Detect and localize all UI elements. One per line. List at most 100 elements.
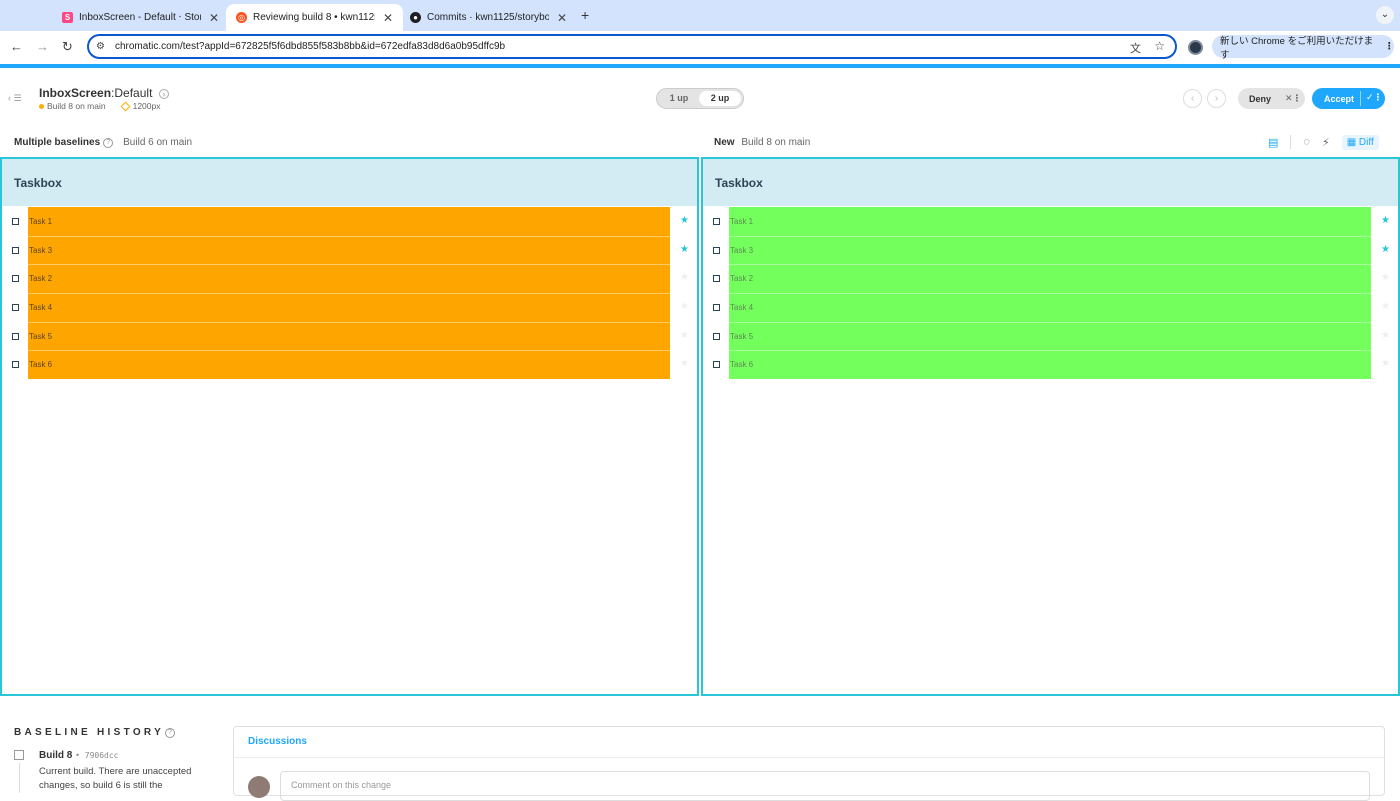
sidebar-toggle-icon[interactable]: ‹ ☰ <box>8 93 22 104</box>
chrome-update-button[interactable]: 新しい Chrome をご利用いただけます ⋮ <box>1212 35 1395 61</box>
task-checkbox[interactable] <box>12 361 19 369</box>
tab-search-icon[interactable]: ⌄ <box>1376 6 1394 24</box>
close-tab-icon[interactable]: ✕ <box>209 11 219 25</box>
pin-star-icon[interactable]: ★ <box>1381 244 1390 255</box>
tab-title: Reviewing build 8 • kwn1125/ <box>253 12 375 23</box>
browser-tab-github[interactable]: ● Commits · kwn1125/storybook ✕ <box>400 4 577 31</box>
task-checkbox[interactable] <box>713 304 720 312</box>
previous-snapshot-button[interactable]: ‹ <box>1183 89 1202 108</box>
strobe-icon[interactable]: ⚡ <box>1322 136 1330 149</box>
accept-options-icon[interactable]: ✓⋮ <box>1366 92 1383 103</box>
back-arrow-icon[interactable]: ← <box>10 39 23 54</box>
deny-label: Deny <box>1249 93 1272 104</box>
chromatic-favicon-icon: ◎ <box>236 12 247 23</box>
url-text[interactable]: chromatic.com/test?appId=672825f5f6dbd85… <box>115 41 505 52</box>
list-item: Task 5 ★ <box>2 321 697 351</box>
more-menu-icon[interactable]: ⋮ <box>1385 41 1395 52</box>
address-bar[interactable]: ⚙ chromatic.com/test?appId=672825f5f6dbd… <box>87 34 1177 59</box>
list-item: Task 3 ★ <box>703 235 1398 265</box>
task-checkbox[interactable] <box>12 275 19 283</box>
list-item: Task 2 ★ <box>2 264 697 294</box>
help-icon[interactable]: ? <box>165 728 175 738</box>
task-label: Task 3 <box>29 245 53 255</box>
task-checkbox[interactable] <box>713 246 720 254</box>
comments-icon[interactable]: ▤ <box>1268 136 1278 149</box>
deny-options-icon[interactable]: ✕⋮ <box>1285 93 1302 104</box>
browser-tab-chromatic[interactable]: ◎ Reviewing build 8 • kwn1125/ ✕ <box>226 4 404 31</box>
pin-star-icon[interactable]: ★ <box>680 330 689 341</box>
task-label: Task 5 <box>730 331 754 341</box>
bookmark-star-icon[interactable]: ☆ <box>1154 39 1165 53</box>
pin-star-icon[interactable]: ★ <box>1381 301 1390 312</box>
deny-button[interactable]: Deny ✕⋮ <box>1238 88 1305 109</box>
taskbox-title: Taskbox <box>715 176 763 190</box>
task-checkbox[interactable] <box>12 332 19 340</box>
task-checkbox[interactable] <box>713 332 720 340</box>
reload-icon[interactable]: ↻ <box>62 39 73 55</box>
browser-tab-storybook[interactable]: S InboxScreen - Default ⋅ Story ✕ <box>52 4 229 31</box>
pin-star-icon[interactable]: ★ <box>1381 330 1390 341</box>
site-settings-icon[interactable]: ⚙ <box>96 41 105 52</box>
baseline-history-title: BASELINE HISTORY <box>14 727 165 738</box>
story-name: Default <box>114 86 153 100</box>
diff-highlight <box>28 235 670 265</box>
diff-highlight <box>729 321 1371 351</box>
focus-icon[interactable]: ◌ <box>1303 136 1310 148</box>
new-snapshot-panel[interactable]: Taskbox Task 1 ★ Task 3 ★ Task 2 ★ Task 4 ★ … <box>701 157 1400 696</box>
pin-star-icon[interactable]: ★ <box>680 301 689 312</box>
two-up-option[interactable]: 2 up <box>699 91 741 106</box>
pin-star-icon[interactable]: ★ <box>680 215 689 226</box>
baseline-snapshot-panel[interactable]: Taskbox Task 1 ★ Task 3 ★ Task 2 ★ Task 4 ★ … <box>0 157 699 696</box>
viewport-icon <box>120 101 131 111</box>
build-status-dot <box>39 103 44 109</box>
pin-star-icon[interactable]: ★ <box>680 272 689 283</box>
profile-avatar[interactable] <box>1188 40 1203 55</box>
diff-toggle-button[interactable]: ▦ Diff <box>1341 134 1379 150</box>
task-checkbox[interactable] <box>12 246 19 254</box>
pin-star-icon[interactable]: ★ <box>1381 215 1390 226</box>
task-label: Task 4 <box>29 303 53 313</box>
tab-title: InboxScreen - Default ⋅ Story <box>79 12 201 23</box>
taskbox-title: Taskbox <box>14 176 62 190</box>
discussions-divider <box>234 757 1384 758</box>
task-label: Task 1 <box>29 217 53 226</box>
pin-star-icon[interactable]: ★ <box>680 244 689 255</box>
help-icon[interactable]: ? <box>103 137 114 148</box>
forward-arrow-icon[interactable]: → <box>36 39 49 54</box>
chrome-update-label: 新しい Chrome をご利用いただけます <box>1220 35 1374 61</box>
list-item: Task 6 ★ <box>703 350 1398 380</box>
commit-separator: • <box>75 751 85 760</box>
discussions-title[interactable]: Discussions <box>248 736 307 747</box>
task-checkbox[interactable] <box>12 218 19 225</box>
history-timeline <box>19 763 20 793</box>
task-checkbox[interactable] <box>12 304 19 312</box>
close-tab-icon[interactable]: ✕ <box>557 11 567 25</box>
diff-highlight <box>28 293 670 322</box>
task-checkbox[interactable] <box>713 275 720 283</box>
taskbox-header: Taskbox <box>2 159 697 206</box>
task-list: Task 1 ★ Task 3 ★ Task 2 ★ Task 4 ★ Task 5 ★ … <box>703 207 1398 380</box>
accept-button[interactable]: Accept ✓⋮ <box>1312 88 1385 109</box>
history-build-name: Build 8 <box>39 750 73 761</box>
layout-toggle[interactable]: 1 up 2 up <box>656 88 744 109</box>
task-checkbox[interactable] <box>713 218 720 225</box>
translate-icon[interactable]: 文 <box>1130 40 1141 56</box>
diff-icon: ▦ <box>1346 136 1359 148</box>
task-label: Task 4 <box>730 303 754 313</box>
pin-star-icon[interactable]: ★ <box>1381 358 1390 369</box>
comment-input[interactable]: Comment on this change <box>280 771 1370 801</box>
open-story-icon[interactable]: › <box>158 89 169 99</box>
pin-star-icon[interactable]: ★ <box>680 358 689 369</box>
diff-highlight <box>729 235 1371 265</box>
close-tab-icon[interactable]: ✕ <box>383 11 393 25</box>
one-up-option[interactable]: 1 up <box>660 91 698 106</box>
pin-star-icon[interactable]: ★ <box>1381 272 1390 283</box>
task-checkbox[interactable] <box>713 361 720 369</box>
history-build[interactable]: Build 8 • 7906dcc <box>39 750 118 761</box>
commit-hash[interactable]: 7906dcc <box>85 751 119 760</box>
new-tab-button[interactable]: + <box>581 7 589 23</box>
next-snapshot-button[interactable]: › <box>1207 89 1226 108</box>
new-build: Build 8 on main <box>741 137 811 148</box>
diff-label: Diff <box>1358 136 1374 148</box>
task-label: Task 5 <box>29 331 53 341</box>
